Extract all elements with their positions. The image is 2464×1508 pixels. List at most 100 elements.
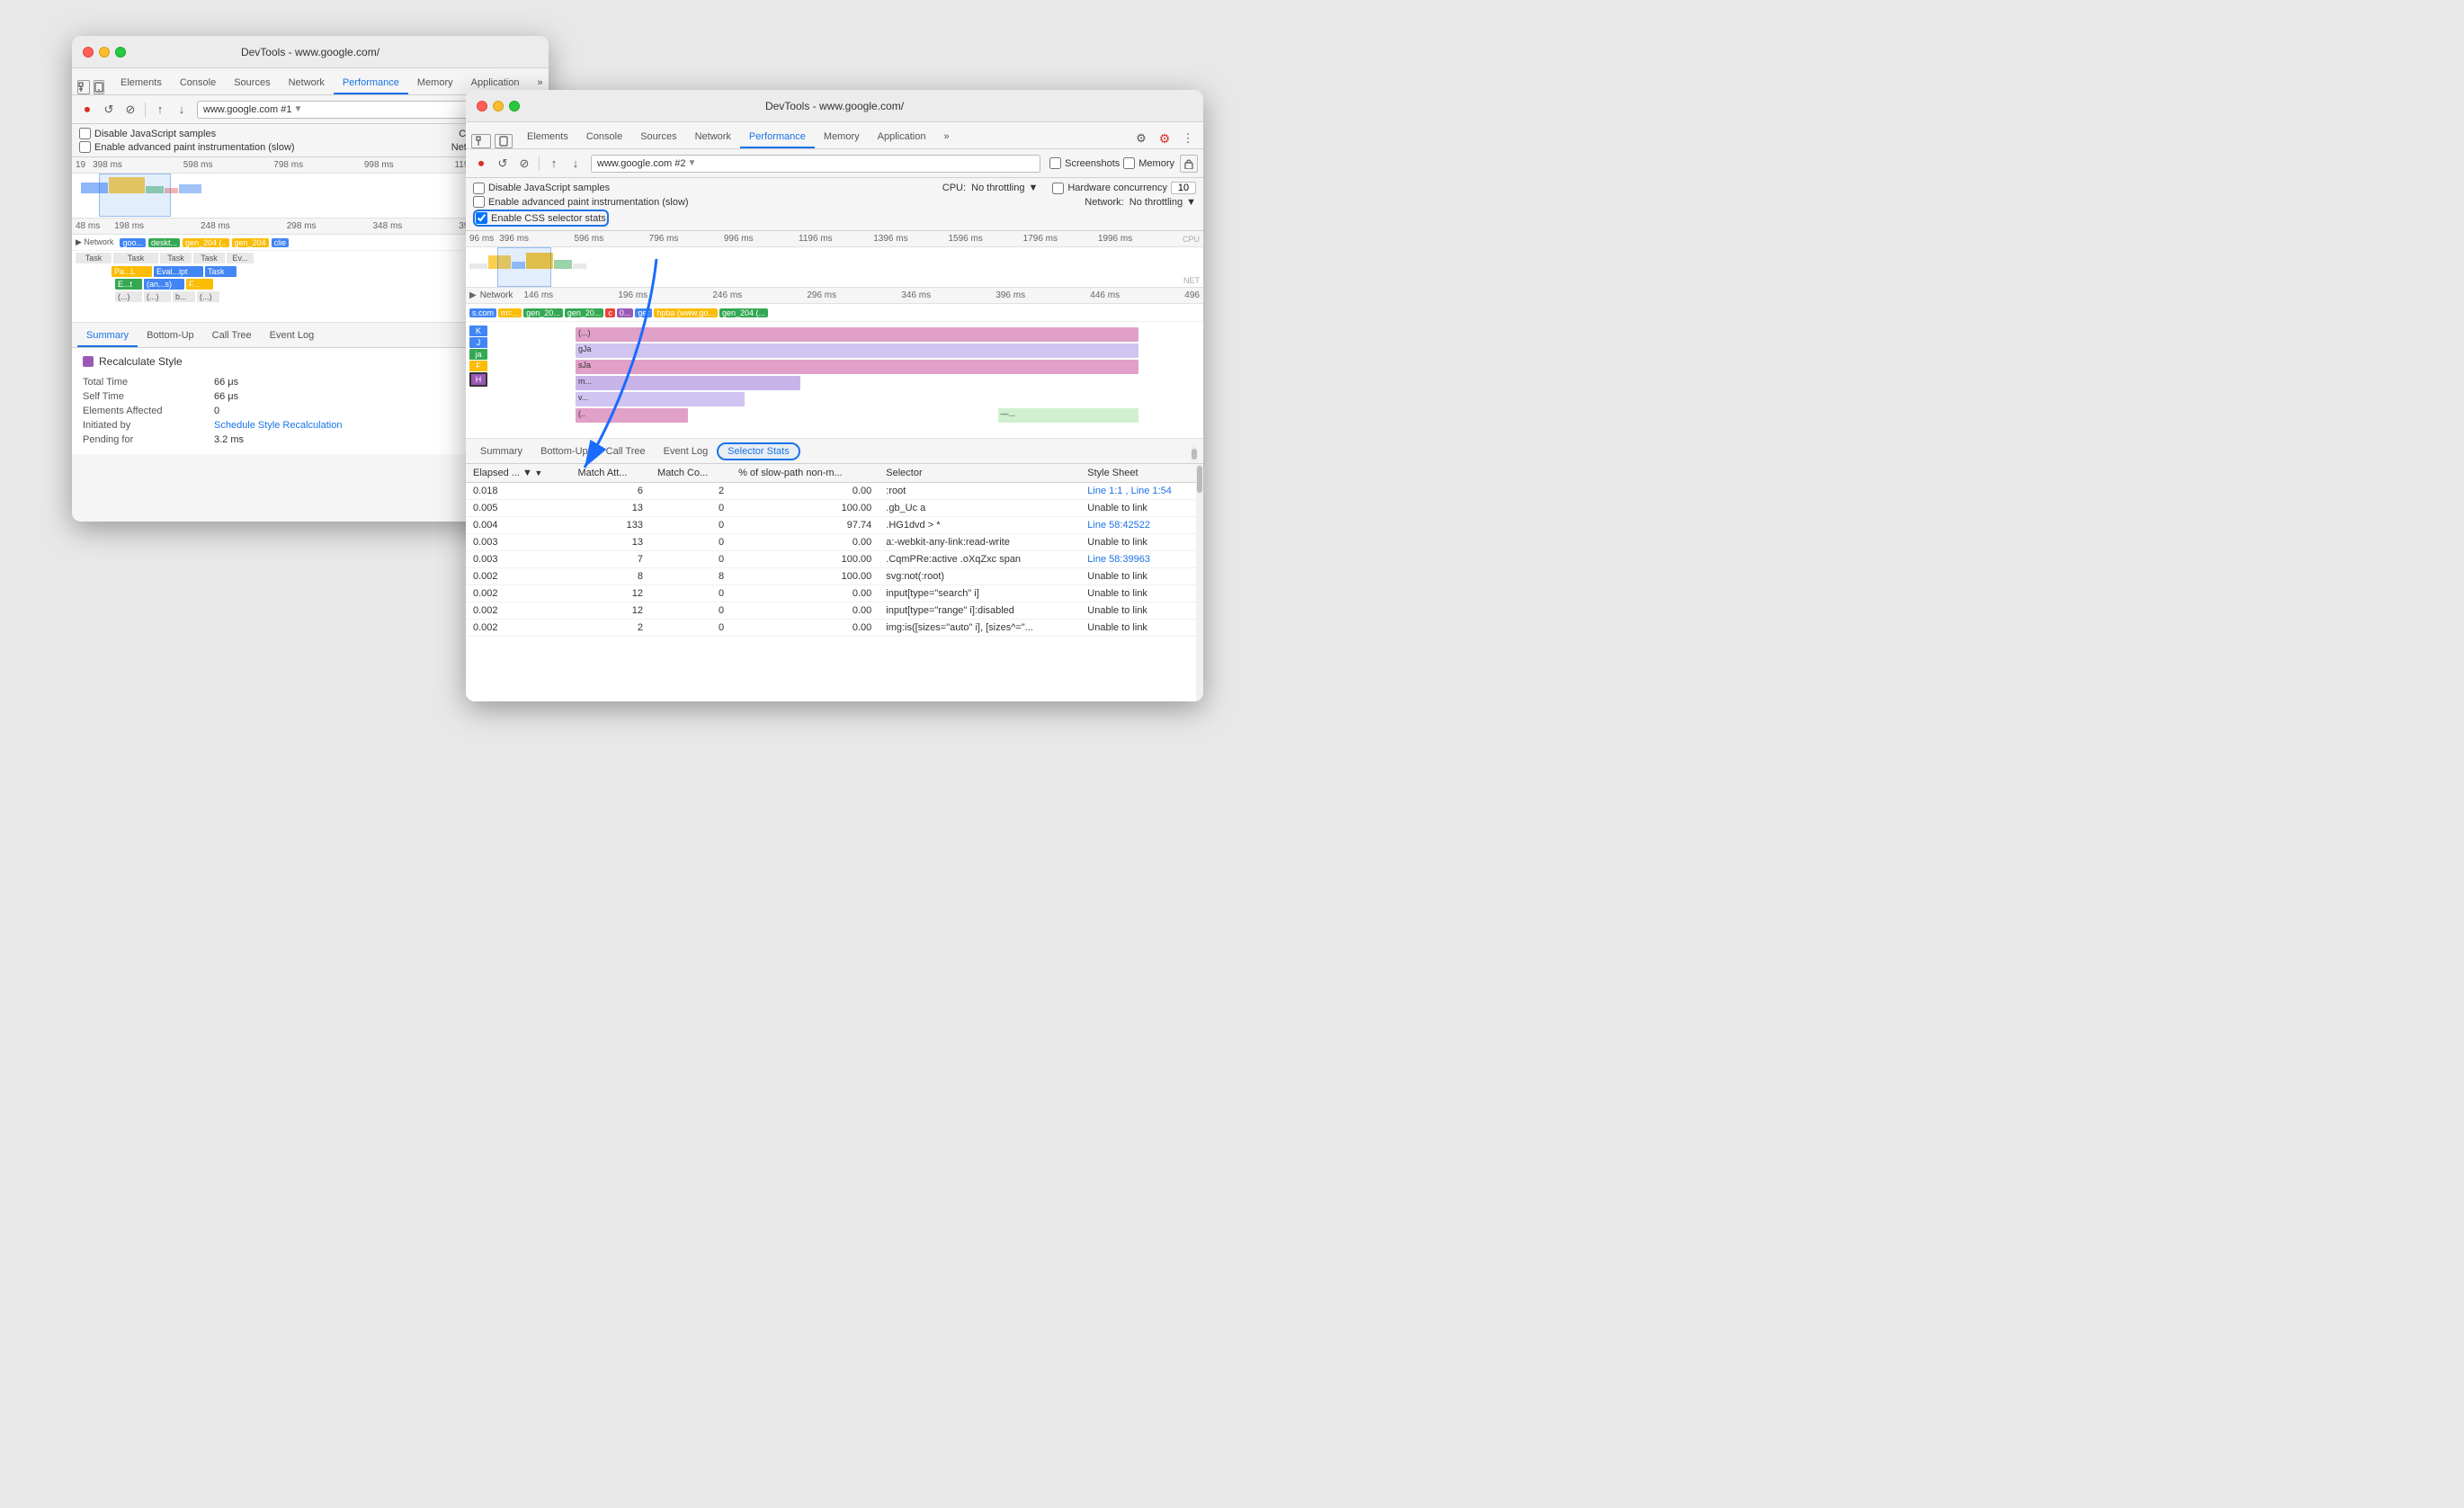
tab-summary-front[interactable]: Summary [471,442,531,463]
disable-js-cb-front[interactable] [473,183,485,194]
download-btn[interactable]: ↓ [172,100,192,120]
record-btn-front[interactable]: ⏺ [471,154,491,174]
tab-elements-front[interactable]: Elements [518,128,577,148]
window-title-front: DevTools - www.google.com/ [765,100,904,112]
lock-icon[interactable] [1180,155,1198,173]
col-match-co[interactable]: Match Co... [650,464,731,483]
cell-selector: .gb_Uc a [879,500,1080,517]
gear-red-icon[interactable]: ⚙ [1155,129,1174,148]
cpu-section: CPU: No throttling ▼ [942,183,1039,193]
tab-more-front[interactable]: » [934,128,958,148]
close-button[interactable] [83,47,94,58]
refresh-btn[interactable]: ↺ [99,100,119,120]
title-bar-back: DevTools - www.google.com/ [72,36,549,68]
col-stylesheet[interactable]: Style Sheet [1080,464,1203,483]
download-btn-front[interactable]: ↓ [566,154,585,174]
disable-js-cb-back[interactable] [79,128,91,139]
memory-label-front[interactable]: Memory [1138,158,1174,169]
cell-elapsed: 0.003 [466,534,570,551]
close-btn-front[interactable] [477,101,487,112]
clear-btn[interactable]: ⊘ [121,100,140,120]
tab-console-back[interactable]: Console [171,74,225,94]
paint-cb-front[interactable] [473,196,485,208]
cell-stylesheet[interactable]: Unable to link [1080,602,1203,620]
cell-stylesheet[interactable]: Unable to link [1080,534,1203,551]
cell-stylesheet[interactable]: Unable to link [1080,568,1203,585]
cell-stylesheet[interactable]: Line 58:39963 [1080,551,1203,568]
tab-calltree-back[interactable]: Call Tree [203,326,261,347]
tab-selector-stats-front[interactable]: Selector Stats [717,442,799,460]
cell-stylesheet[interactable]: Unable to link [1080,585,1203,602]
tab-eventlog-front[interactable]: Event Log [655,442,718,463]
maximize-button[interactable] [115,47,126,58]
tab-sources-front[interactable]: Sources [631,128,685,148]
selected-flame-bar[interactable]: H [469,372,487,387]
cell-elapsed: 0.018 [466,483,570,500]
tab-memory-front[interactable]: Memory [815,128,869,148]
cell-stylesheet[interactable]: Line 58:42522 [1080,517,1203,534]
more-icon-front[interactable]: ⋮ [1178,129,1198,148]
cell-match-att: 7 [570,551,650,568]
col-elapsed[interactable]: Elapsed ... ▼ [466,464,570,483]
css-selector-label[interactable]: Enable CSS selector stats [476,212,606,224]
paint-cb-back[interactable] [79,141,91,153]
screenshots-cb-front[interactable] [1049,157,1061,169]
table-row: 0.0021200.00input[type="range" i]:disabl… [466,602,1203,620]
minimize-button[interactable] [99,47,110,58]
paint-label-front[interactable]: Enable advanced paint instrumentation (s… [473,196,689,208]
scrollbar-thumb-v [1197,466,1202,493]
device-toggle-front[interactable] [495,134,513,148]
inspect-icon[interactable] [77,80,90,94]
flame-chart-front: K J ja F H (... [466,322,1203,439]
tab-network-back[interactable]: Network [280,74,334,94]
tab-bottomup-front[interactable]: Bottom-Up [531,442,597,463]
scrollbar-h[interactable] [1191,445,1198,463]
upload-btn-front[interactable]: ↑ [544,154,564,174]
tab-elements-back[interactable]: Elements [112,74,171,94]
cell-match-att: 12 [570,585,650,602]
cell-stylesheet[interactable]: Unable to link [1080,620,1203,637]
col-pct[interactable]: % of slow-path non-m... [731,464,879,483]
col-match-att[interactable]: Match Att... [570,464,650,483]
tab-network-front[interactable]: Network [686,128,740,148]
scrollbar-v-table[interactable] [1196,464,1203,701]
tab-performance-front[interactable]: Performance [740,128,815,148]
cell-pct: 97.74 [731,517,879,534]
minimize-btn-front[interactable] [493,101,504,112]
paint-label-back[interactable]: Enable advanced paint instrumentation (s… [79,141,295,153]
upload-btn[interactable]: ↑ [150,100,170,120]
screenshots-label-front[interactable]: Screenshots [1065,158,1120,169]
disable-js-label-front[interactable]: Disable JavaScript samples [473,183,610,194]
settings-icon-front[interactable]: ⚙ [1131,129,1151,148]
cell-stylesheet[interactable]: Unable to link [1080,500,1203,517]
initiated-by-link[interactable]: Schedule Style Recalculation [214,420,342,431]
device-toggle[interactable] [94,80,104,94]
css-selector-cb[interactable] [476,212,487,224]
url-bar-front[interactable]: www.google.com #2 ▼ [591,155,1040,173]
inspect-icon-front[interactable] [471,134,491,148]
traffic-lights-front[interactable] [477,101,520,112]
tab-memory-back[interactable]: Memory [408,74,462,94]
bottom-tab-bar-front: Summary Bottom-Up Call Tree Event Log Se… [466,439,1203,464]
tab-performance-back[interactable]: Performance [334,74,408,94]
maximize-btn-front[interactable] [509,101,520,112]
tab-application-front[interactable]: Application [869,128,935,148]
concurrency-input[interactable] [1171,182,1196,194]
refresh-btn-front[interactable]: ↺ [493,154,513,174]
clear-btn-front[interactable]: ⊘ [514,154,534,174]
hw-concurrency-cb[interactable] [1052,183,1064,194]
tab-eventlog-back[interactable]: Event Log [261,326,324,347]
cell-stylesheet[interactable]: Line 1:1 , Line 1:54 [1080,483,1203,500]
tab-bottomup-back[interactable]: Bottom-Up [138,326,203,347]
tab-console-front[interactable]: Console [577,128,631,148]
tab-summary-back[interactable]: Summary [77,326,138,347]
col-selector[interactable]: Selector [879,464,1080,483]
traffic-lights-back[interactable] [83,47,126,58]
memory-cb-front[interactable] [1123,157,1135,169]
network-row-front: s.com m=... gen_20... gen_20... c 0... g… [466,304,1203,322]
disable-js-label-back[interactable]: Disable JavaScript samples [79,128,216,139]
tab-calltree-front[interactable]: Call Tree [597,442,655,463]
tab-sources-back[interactable]: Sources [225,74,279,94]
record-btn[interactable]: ⏺ [77,100,97,120]
url-bar-back[interactable]: www.google.com #1 ▼ [197,101,471,119]
